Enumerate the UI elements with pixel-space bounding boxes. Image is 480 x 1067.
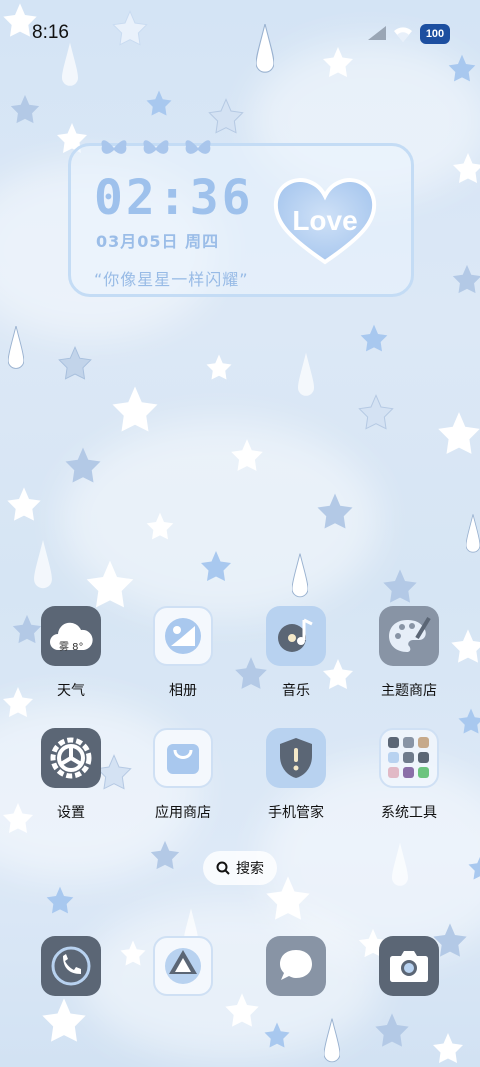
widget-quote: “你像星星一样闪耀” [94, 270, 249, 289]
app-theme-store[interactable]: 主题商店 [364, 606, 454, 700]
app-label: 音乐 [282, 683, 310, 699]
wifi-icon [394, 27, 412, 42]
dock-messages[interactable] [251, 936, 341, 996]
weather-icon: 雾 8° [41, 606, 101, 666]
app-label: 手机管家 [268, 805, 324, 821]
dock-phone[interactable] [26, 936, 116, 996]
love-heart-icon: Love [273, 178, 377, 265]
app-label: 主题商店 [381, 683, 437, 699]
gallery-icon [153, 606, 213, 666]
app-gallery[interactable]: 相册 [138, 606, 228, 700]
widget-date: 03月05日 周四 [96, 232, 220, 251]
search-icon [216, 861, 230, 875]
app-label: 应用商店 [155, 805, 211, 821]
browser-icon [153, 936, 213, 996]
app-app-store[interactable]: 应用商店 [138, 728, 228, 822]
phone-manager-icon [266, 728, 326, 788]
app-label: 设置 [57, 805, 85, 821]
widget-clock: 02:36 [94, 170, 254, 226]
theme-store-icon [379, 606, 439, 666]
app-label: 相册 [169, 683, 197, 699]
app-settings[interactable]: 设置 [26, 728, 116, 822]
status-time: 8:16 [32, 22, 69, 43]
app-store-icon [153, 728, 213, 788]
app-label: 系统工具 [381, 805, 437, 821]
heart-text: Love [292, 205, 357, 236]
battery-indicator: 100 [420, 24, 450, 44]
camera-icon [379, 936, 439, 996]
app-weather[interactable]: 雾 8° 天气 [26, 606, 116, 700]
messages-icon [266, 936, 326, 996]
app-phone-manager[interactable]: 手机管家 [251, 728, 341, 822]
system-tools-folder-icon [379, 728, 439, 788]
signal-icon [368, 26, 386, 40]
app-music[interactable]: 音乐 [251, 606, 341, 700]
dock-camera[interactable] [364, 936, 454, 996]
butterfly-decoration-icon [101, 140, 211, 154]
phone-icon [41, 936, 101, 996]
search-label: 搜索 [236, 861, 264, 877]
search-button[interactable]: 搜索 [203, 851, 277, 885]
app-system-tools-folder[interactable]: 系统工具 [364, 728, 454, 822]
dock-browser[interactable] [138, 936, 228, 996]
app-label: 天气 [57, 683, 85, 699]
weather-badge: 雾 8° [59, 642, 84, 653]
music-icon [266, 606, 326, 666]
status-bar: 8:16 100 [0, 0, 480, 68]
settings-icon [41, 728, 101, 788]
